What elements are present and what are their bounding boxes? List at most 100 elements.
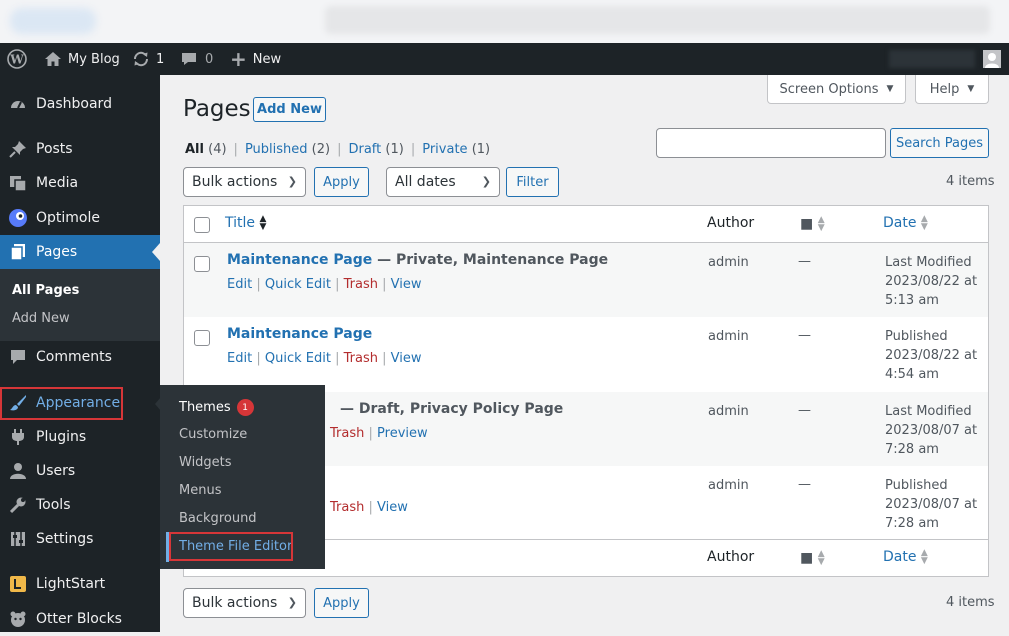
view-all-label: All [185, 142, 204, 157]
avatar[interactable] [983, 50, 1001, 68]
sidebar-item-media[interactable]: Media [0, 166, 160, 200]
trash-link[interactable]: Trash [330, 500, 364, 515]
blurred-logo [10, 8, 96, 34]
wordpress-logo-icon[interactable]: W [7, 43, 27, 75]
sidebar-item-plugins[interactable]: Plugins [0, 420, 160, 454]
sidebar-item-pages[interactable]: Pages [0, 235, 160, 269]
view-draft-count: (1) [385, 142, 404, 157]
column-date-label: Date [883, 215, 917, 231]
row-checkbox[interactable] [194, 256, 210, 272]
row-author[interactable]: admin [708, 476, 749, 495]
screen-options-button[interactable]: Screen Options ▼ [767, 75, 906, 104]
sidebar-item-tools[interactable]: Tools [0, 488, 160, 522]
quick-edit-link[interactable]: Quick Edit [265, 277, 331, 292]
view-all[interactable]: All (4) [185, 142, 227, 157]
home-icon [45, 52, 61, 66]
flyout-item-widgets[interactable]: Widgets [179, 455, 232, 470]
separator: | [335, 351, 340, 366]
row-date-time: 5:13 am [885, 293, 939, 308]
row-author[interactable]: admin [708, 402, 749, 421]
row-date: Last Modified 2023/08/07 at 7:28 am [885, 402, 977, 459]
row-author[interactable]: admin [708, 253, 749, 272]
column-comments-footer[interactable]: ■ ▲ ▼ [800, 550, 825, 567]
bottom-bulk-actions-select[interactable]: Bulk actions ❯ [183, 588, 306, 618]
new-label: New [252, 51, 282, 67]
flyout-item-menus[interactable]: Menus [179, 483, 221, 498]
help-button[interactable]: Help ▼ [915, 75, 989, 104]
site-name-link[interactable]: My Blog [44, 43, 120, 75]
flyout-item-customize[interactable]: Customize [179, 427, 247, 442]
blurred-address-bar [325, 6, 990, 34]
add-new-button[interactable]: Add New [253, 97, 326, 122]
view-published[interactable]: Published (2) [245, 142, 330, 157]
updates-link[interactable]: 1 [132, 43, 164, 75]
quick-edit-link[interactable]: Quick Edit [265, 351, 331, 366]
sidebar-item-dashboard[interactable]: Dashboard [0, 87, 160, 121]
column-date-header[interactable]: Date ▲ ▼ [883, 215, 928, 232]
column-title-header[interactable]: Title ▲ ▼ [225, 215, 266, 232]
sidebar-item-label: Users [36, 463, 76, 479]
row-title-link[interactable]: Maintenance Page [227, 252, 372, 268]
trash-link[interactable]: Trash [330, 426, 364, 441]
row-comments: — [798, 477, 811, 492]
flyout-item-background[interactable]: Background [179, 511, 257, 526]
caret-down-icon: ▼ [967, 84, 975, 94]
preview-link[interactable]: Preview [377, 426, 428, 441]
separator: | [410, 142, 416, 157]
row-comments: — [798, 403, 811, 418]
search-input[interactable] [656, 128, 886, 158]
view-link[interactable]: View [391, 351, 422, 366]
trash-link[interactable]: Trash [344, 351, 378, 366]
dates-select[interactable]: All dates ❯ [386, 167, 500, 197]
sidebar-item-comments[interactable]: Comments [0, 340, 160, 374]
sidebar-item-posts[interactable]: Posts [0, 132, 160, 166]
separator: | [335, 277, 340, 292]
view-draft[interactable]: Draft (1) [348, 142, 403, 157]
dashboard-icon [0, 95, 36, 113]
edit-link[interactable]: Edit [227, 277, 252, 292]
row-title-link[interactable]: Maintenance Page [227, 326, 372, 342]
row-date-time: 7:28 am [885, 516, 939, 531]
submenu-add-new[interactable]: Add New [12, 311, 70, 326]
table-row: Maintenance Page Edit | Quick Edit | Tra… [184, 317, 988, 392]
flyout-item-themes[interactable]: Themes 1 [179, 399, 254, 416]
highlight-box-theme-file-editor [169, 532, 293, 561]
row-date-status: Published [885, 329, 948, 344]
otter-icon [0, 610, 36, 628]
updates-count: 1 [156, 51, 165, 67]
edit-link[interactable]: Edit [227, 351, 252, 366]
trash-link[interactable]: Trash [344, 277, 378, 292]
row-title: Maintenance Page [227, 326, 372, 342]
view-link[interactable]: View [377, 500, 408, 515]
svg-text:W: W [9, 53, 24, 67]
separator: | [382, 351, 387, 366]
sidebar-item-otter-blocks[interactable]: Otter Blocks [0, 602, 160, 636]
sidebar-item-settings[interactable]: Settings [0, 522, 160, 556]
view-link[interactable]: View [391, 277, 422, 292]
submenu-all-pages[interactable]: All Pages [12, 283, 79, 298]
wrench-icon [0, 496, 36, 514]
column-title-label: Title [225, 215, 256, 231]
view-private[interactable]: Private (1) [422, 142, 490, 157]
sidebar-item-label: Comments [36, 349, 112, 365]
column-date-footer[interactable]: Date ▲ ▼ [883, 549, 928, 566]
browser-toolbar [0, 0, 1009, 43]
sidebar-item-optimole[interactable]: Optimole [0, 201, 160, 235]
bottom-apply-button[interactable]: Apply [314, 588, 369, 618]
row-checkbox[interactable] [194, 330, 210, 346]
help-label: Help [929, 81, 960, 97]
filter-button[interactable]: Filter [506, 167, 559, 197]
sidebar-item-lightstart[interactable]: LightStart [0, 567, 160, 601]
site-name-label: My Blog [68, 51, 120, 67]
flyout-item-label: Themes [179, 400, 231, 415]
bulk-actions-select[interactable]: Bulk actions ❯ [183, 167, 306, 197]
search-pages-button[interactable]: Search Pages [890, 128, 989, 158]
row-author[interactable]: admin [708, 327, 749, 346]
comments-link[interactable]: 0 [181, 43, 213, 75]
sidebar-item-users[interactable]: Users [0, 454, 160, 488]
updates-icon [133, 51, 149, 67]
new-content-link[interactable]: + New [230, 43, 281, 75]
apply-button[interactable]: Apply [314, 167, 369, 197]
select-all-checkbox[interactable] [194, 217, 210, 233]
column-comments-header[interactable]: ■ ▲ ▼ [800, 216, 825, 233]
